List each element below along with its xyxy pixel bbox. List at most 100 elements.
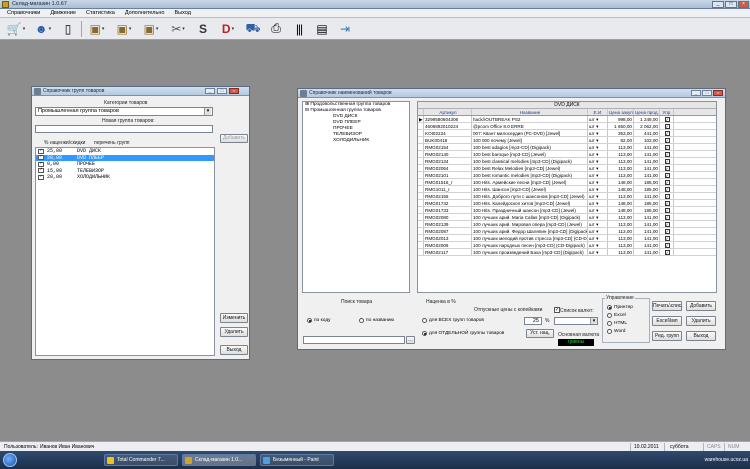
- unit-cell[interactable]: шт ▾: [588, 123, 608, 129]
- toolbar-box-out-button[interactable]: ▣ ▾: [112, 20, 136, 38]
- row-checkbox[interactable]: ✓: [664, 131, 670, 136]
- edit-groups-button[interactable]: Ред. групп: [652, 331, 682, 341]
- close-button[interactable]: ×: [229, 88, 239, 94]
- row-checkbox[interactable]: ✓: [664, 201, 670, 206]
- column-header-unit[interactable]: Е.И.: [588, 109, 608, 115]
- group-tree[interactable]: ⊞ Продовольственная группа товаров ⊟ Про…: [302, 101, 410, 293]
- row-checkbox[interactable]: ✓: [664, 229, 670, 234]
- control-cell[interactable]: ✓: [660, 228, 674, 234]
- collapse-icon[interactable]: ⊟: [305, 108, 309, 113]
- unit-cell[interactable]: шт ▾: [588, 165, 608, 171]
- table-row[interactable]: RMG02013 100 лучших мелодий против стресс…: [418, 235, 716, 242]
- toolbar-printer-button[interactable]: ⎙: [266, 20, 286, 38]
- edit-group-button[interactable]: Изменить: [220, 313, 248, 323]
- taskbar-item-warehouse[interactable]: Склад-магазин 1.0...: [182, 454, 256, 466]
- control-cell[interactable]: ✓: [660, 249, 674, 255]
- control-cell[interactable]: ✓: [660, 144, 674, 150]
- toolbar-cart-button[interactable]: 🛒 ▾: [4, 20, 28, 38]
- group-checkbox[interactable]: ✓: [38, 148, 44, 154]
- unit-cell[interactable]: шт ▾: [588, 116, 608, 122]
- row-checkbox[interactable]: ✓: [664, 180, 670, 185]
- column-header-name[interactable]: Название: [472, 109, 588, 115]
- group-checkbox[interactable]: ✓: [38, 174, 44, 180]
- control-cell[interactable]: ✓: [660, 151, 674, 157]
- control-cell[interactable]: ✓: [660, 165, 674, 171]
- unit-cell[interactable]: шт ▾: [588, 214, 608, 220]
- row-checkbox[interactable]: ✓: [664, 236, 670, 241]
- output-html-radio[interactable]: HTML: [607, 321, 627, 326]
- unit-cell[interactable]: шт ▾: [588, 242, 608, 248]
- toolbar-barcode-button[interactable]: |||: [289, 20, 309, 38]
- unit-cell[interactable]: шт ▾: [588, 200, 608, 206]
- control-cell[interactable]: ✓: [660, 186, 674, 192]
- minimize-button[interactable]: _: [691, 90, 701, 96]
- table-row[interactable]: RMG01516_r 100 Hits. Армейские песни [mp3…: [418, 179, 716, 186]
- control-cell[interactable]: ✓: [660, 200, 674, 206]
- markup-input[interactable]: 25: [524, 317, 542, 325]
- search-by-name-radio[interactable]: по названию: [359, 318, 394, 323]
- table-row[interactable]: 4606892010224 @pcom Office 8.0 ERRE шт ▾ 1 …: [418, 123, 716, 130]
- toolbar-box-in-button[interactable]: ▣ ▾: [85, 20, 109, 38]
- row-checkbox[interactable]: ✓: [664, 215, 670, 220]
- unit-cell[interactable]: шт ▾: [588, 207, 608, 213]
- control-cell[interactable]: ✓: [660, 193, 674, 199]
- row-checkbox[interactable]: ✓: [664, 159, 670, 164]
- excel-import-button[interactable]: Excel\Імп: [652, 316, 682, 326]
- search-input[interactable]: [303, 336, 405, 344]
- row-checkbox[interactable]: ✓: [664, 145, 670, 150]
- unit-cell[interactable]: шт ▾: [588, 249, 608, 255]
- table-row[interactable]: RMG02155 100 Hits. Доброго пути с шансоно…: [418, 193, 716, 200]
- taskbar-item-paint[interactable]: Безымянный - Paint: [260, 454, 334, 466]
- unit-cell[interactable]: шт ▾: [588, 137, 608, 143]
- toolbar-box-return-button[interactable]: ▣ ▾: [139, 20, 163, 38]
- taskbar-item-total-commander[interactable]: Total Commander 7...: [104, 454, 178, 466]
- table-row[interactable]: RMG02101 100 best romantic melodies [mp3-…: [418, 172, 716, 179]
- group-checkbox[interactable]: ✓: [38, 161, 44, 167]
- unit-cell[interactable]: шт ▾: [588, 172, 608, 178]
- control-cell[interactable]: ✓: [660, 116, 674, 122]
- column-header-article[interactable]: Артикул: [424, 109, 472, 115]
- toolbar-exit-button[interactable]: ⇥: [335, 20, 355, 38]
- menu-item-exit[interactable]: Выход: [169, 9, 195, 17]
- close-button[interactable]: ×: [738, 1, 749, 8]
- table-row[interactable]: RMG1011_r 100 Hits. Шансон [mp3-CD] (Jewe…: [418, 186, 716, 193]
- toolbar-notes-button[interactable]: ▤: [312, 20, 332, 38]
- table-row[interactable]: RMG02006 100 лучших народных песен [mp3-C…: [418, 242, 716, 249]
- currency-select[interactable]: ▾: [554, 317, 598, 325]
- add-group-button[interactable]: Добавить: [220, 134, 248, 143]
- control-cell[interactable]: ✓: [660, 130, 674, 136]
- menu-item-directories[interactable]: Справочники: [2, 9, 45, 17]
- group-checkbox[interactable]: ✓: [38, 168, 44, 174]
- control-cell[interactable]: ✓: [660, 137, 674, 143]
- set-markup-button[interactable]: Уст. нац.: [526, 329, 554, 338]
- control-cell[interactable]: ✓: [660, 179, 674, 185]
- table-row[interactable]: RMG02140 100 best baroque [mp3-CD] (Jewel…: [418, 151, 716, 158]
- column-header-sell-price[interactable]: Цена прод.: [634, 109, 660, 115]
- row-checkbox[interactable]: ✓: [664, 117, 670, 122]
- table-row[interactable]: RMG01742 100 Hits. Калейдоскоп хитов [mp3…: [418, 200, 716, 207]
- search-by-code-radio[interactable]: по коду: [307, 318, 331, 323]
- single-group-radio[interactable]: для ОТДЕЛЬНОЙ группы товаров: [422, 331, 504, 336]
- minimize-button[interactable]: _: [712, 1, 724, 8]
- control-cell[interactable]: ✓: [660, 123, 674, 129]
- table-row[interactable]: ▶ 3299580804306 hack//OUTBREAK PS2 шт ▾ 998,…: [418, 116, 716, 123]
- control-cell[interactable]: ✓: [660, 221, 674, 227]
- row-checkbox[interactable]: ✓: [664, 166, 670, 171]
- unit-cell[interactable]: шт ▾: [588, 221, 608, 227]
- row-checkbox[interactable]: ✓: [664, 194, 670, 199]
- table-row[interactable]: RMG02117 100 лучших произведений Баха [mp…: [418, 249, 716, 256]
- column-header-control[interactable]: Упр.: [660, 109, 674, 115]
- toolbar-document-button[interactable]: ▯: [58, 20, 78, 38]
- row-checkbox[interactable]: ✓: [664, 222, 670, 227]
- table-row[interactable]: KOI02224 007: Квант милосердия (PC-DVD) […: [418, 130, 716, 137]
- row-checkbox[interactable]: ✓: [664, 138, 670, 143]
- table-row[interactable]: RMG02134 100 best classical melodies [mp3…: [418, 158, 716, 165]
- control-cell[interactable]: ✓: [660, 235, 674, 241]
- menu-item-movement[interactable]: Движение: [45, 9, 81, 17]
- output-word-radio[interactable]: Word: [607, 329, 625, 334]
- expand-icon[interactable]: ⊞: [305, 102, 309, 107]
- table-row[interactable]: RMG02139 100 лучших арий. Мировая опера […: [418, 221, 716, 228]
- row-checkbox[interactable]: ✓: [664, 173, 670, 178]
- tree-node[interactable]: ХОЛОДИЛЬНИК: [303, 138, 409, 144]
- control-cell[interactable]: ✓: [660, 172, 674, 178]
